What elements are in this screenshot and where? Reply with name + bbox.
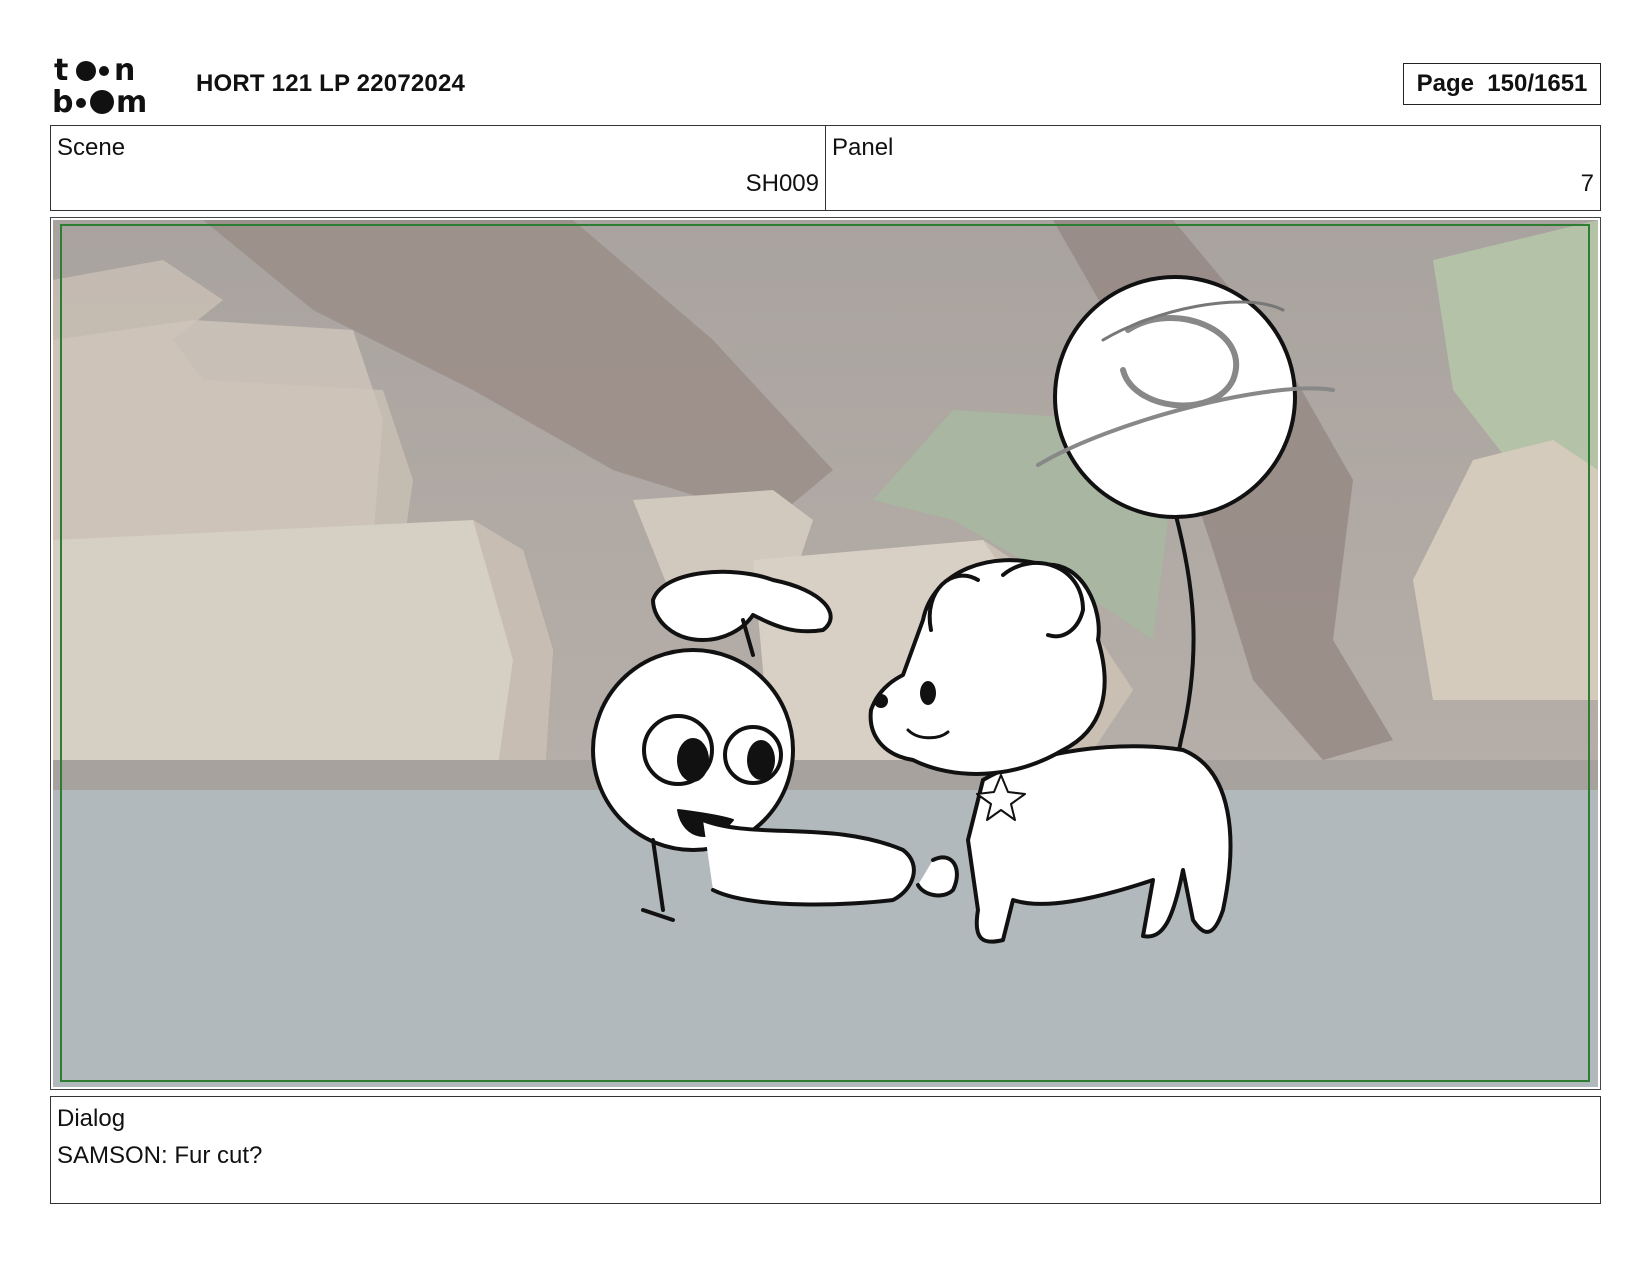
page-counter: Page 150/1651 [1403, 63, 1601, 105]
svg-text:m: m [116, 85, 147, 116]
scene-value: SH009 [745, 170, 819, 197]
scene-panel-row: Scene SH009 Panel 7 [50, 125, 1601, 211]
dialog-label: Dialog [57, 1105, 126, 1132]
toon-boom-logo: t n b m [52, 53, 147, 116]
storyboard-panel-image [53, 220, 1598, 1087]
panel-value: 7 [1580, 170, 1594, 197]
dialog-text: SAMSON: Fur cut? [57, 1142, 263, 1169]
storyboard-panel [50, 217, 1601, 1090]
project-title: HORT 121 LP 22072024 [196, 70, 466, 97]
dialog-box: Dialog SAMSON: Fur cut? [50, 1096, 1601, 1204]
svg-text:n: n [114, 53, 135, 88]
scene-cell: Scene SH009 [51, 126, 825, 210]
panel-label: Panel [832, 134, 894, 161]
scene-label: Scene [57, 134, 126, 161]
panel-cell: Panel 7 [825, 126, 1600, 210]
svg-text:t: t [54, 53, 68, 88]
svg-text:b: b [52, 85, 73, 116]
